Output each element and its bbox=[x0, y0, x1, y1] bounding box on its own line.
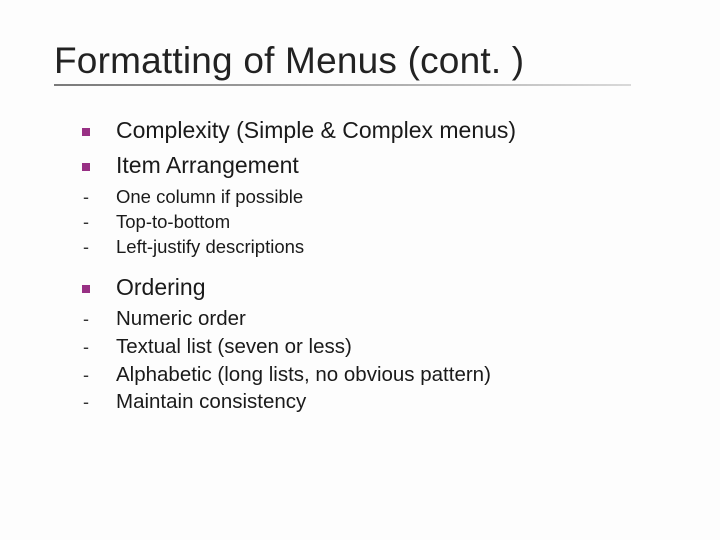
dash-bullet-icon: - bbox=[56, 212, 116, 233]
bullet-level2: - Maintain consistency bbox=[56, 389, 668, 416]
title-wrap: Formatting of Menus (cont. ) bbox=[52, 40, 668, 90]
bullet-text: Alphabetic (long lists, no obvious patte… bbox=[116, 362, 491, 389]
bullet-text: Item Arrangement bbox=[116, 151, 299, 180]
spacer bbox=[56, 259, 668, 267]
bullet-text: One column if possible bbox=[116, 185, 303, 209]
dash-bullet-icon: - bbox=[56, 237, 116, 258]
slide: Formatting of Menus (cont. ) Complexity … bbox=[0, 0, 720, 540]
slide-title: Formatting of Menus (cont. ) bbox=[54, 40, 668, 82]
bullet-level2: - One column if possible bbox=[56, 185, 668, 209]
bullet-level1: Item Arrangement bbox=[56, 151, 668, 180]
title-underline bbox=[54, 84, 631, 86]
bullet-text: Textual list (seven or less) bbox=[116, 334, 352, 361]
bullet-level2: - Numeric order bbox=[56, 306, 668, 333]
bullet-text: Numeric order bbox=[116, 306, 246, 333]
dash-bullet-icon: - bbox=[56, 365, 116, 386]
square-bullet-icon bbox=[56, 125, 116, 143]
bullet-text: Complexity (Simple & Complex menus) bbox=[116, 116, 516, 145]
bullet-text: Left-justify descriptions bbox=[116, 235, 304, 259]
slide-body: Complexity (Simple & Complex menus) Item… bbox=[52, 90, 668, 416]
bullet-level2: - Alphabetic (long lists, no obvious pat… bbox=[56, 362, 668, 389]
bullet-level2: - Textual list (seven or less) bbox=[56, 334, 668, 361]
dash-bullet-icon: - bbox=[56, 337, 116, 358]
bullet-text: Top-to-bottom bbox=[116, 210, 230, 234]
bullet-level1: Complexity (Simple & Complex menus) bbox=[56, 116, 668, 145]
dash-bullet-icon: - bbox=[56, 392, 116, 413]
bullet-level2: - Top-to-bottom bbox=[56, 210, 668, 234]
dash-bullet-icon: - bbox=[56, 309, 116, 330]
bullet-text: Ordering bbox=[116, 273, 205, 302]
bullet-level2: - Left-justify descriptions bbox=[56, 235, 668, 259]
bullet-text: Maintain consistency bbox=[116, 389, 306, 416]
bullet-level1: Ordering bbox=[56, 273, 668, 302]
dash-bullet-icon: - bbox=[56, 187, 116, 208]
square-bullet-icon bbox=[56, 160, 116, 178]
square-bullet-icon bbox=[56, 282, 116, 300]
